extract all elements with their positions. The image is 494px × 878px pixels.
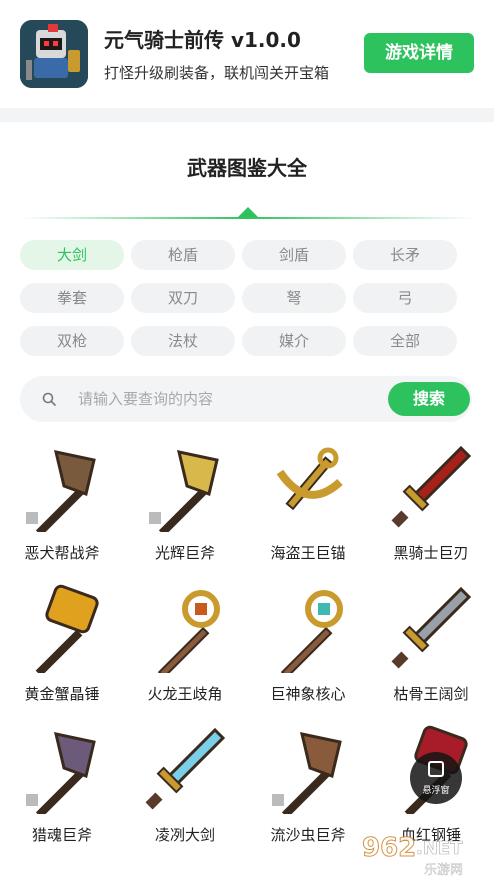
search-button[interactable]: 搜索 [388,382,470,416]
weapon-name: 枯骨王阔剑 [393,685,469,703]
sword-icon [139,724,229,814]
floating-window-button[interactable]: 悬浮窗 [410,752,462,804]
weapon-name: 光辉巨斧 [154,544,215,562]
category-chip[interactable]: 枪盾 [131,240,235,270]
category-chip[interactable]: 拳套 [20,283,124,313]
axe-icon [262,724,352,819]
app-icon[interactable] [20,20,88,88]
category-chip[interactable]: 媒介 [242,326,346,356]
category-chip[interactable]: 全部 [353,326,457,356]
weapon-card[interactable]: 凌冽大剑 [123,720,247,860]
game-detail-button[interactable]: 游戏详情 [364,33,474,73]
axe-icon [139,442,229,537]
category-chip[interactable]: 法杖 [131,326,235,356]
weapon-card[interactable]: 枯骨王阔剑 [369,579,493,719]
search-bar: 搜索 [20,376,472,422]
weapon-card[interactable]: 猎魂巨斧 [0,720,124,860]
svg-text:乐游网: 乐游网 [424,863,463,878]
floating-window-icon [428,761,444,777]
title-underline [20,217,474,219]
category-chip[interactable]: 双枪 [20,326,124,356]
weapon-name: 火龙王歧角 [147,685,223,703]
anchor-icon [262,442,352,532]
floating-window-label: 悬浮窗 [422,786,450,796]
axe-icon [16,442,106,537]
weapon-name: 海盗王巨锚 [270,544,346,562]
section-divider [0,108,494,122]
weapon-card[interactable]: 黄金蟹晶锤 [0,579,124,719]
weapon-card[interactable]: 光辉巨斧 [123,438,247,578]
hammer-icon [16,583,106,677]
category-chip[interactable]: 大剑 [20,240,124,270]
sword-icon [385,442,475,532]
weapon-name: 恶犬帮战斧 [24,544,100,562]
weapon-name: 猎魂巨斧 [31,826,92,844]
category-chip[interactable]: 弓 [353,283,457,313]
category-chip[interactable]: 弩 [242,283,346,313]
staff-icon [139,583,229,679]
weapon-name: 巨神象核心 [270,685,346,703]
category-chip[interactable]: 双刀 [131,283,235,313]
app-header: 元气骑士前传 v1.0.0 打怪升级刷装备，联机闯关开宝箱 游戏详情 [0,0,494,108]
app-subtitle: 打怪升级刷装备，联机闯关开宝箱 [104,64,330,82]
staff-icon [262,583,352,679]
category-chip[interactable]: 长矛 [353,240,457,270]
weapon-card[interactable]: 火龙王歧角 [123,579,247,719]
watermark-logo: 962 .NET 乐游网 [354,826,494,878]
weapon-card[interactable]: 海盗王巨锚 [246,438,370,578]
weapon-name: 流沙虫巨斧 [270,826,346,844]
search-input[interactable] [78,376,378,422]
svg-text:962: 962 [362,833,416,863]
weapon-card[interactable]: 恶犬帮战斧 [0,438,124,578]
axe-icon [16,724,106,819]
weapon-card[interactable]: 巨神象核心 [246,579,370,719]
svg-text:.NET: .NET [416,838,463,859]
title-indicator-triangle [238,207,258,217]
search-icon [42,392,56,406]
app-title: 元气骑士前传 v1.0.0 [104,28,301,52]
category-chip[interactable]: 剑盾 [242,240,346,270]
weapon-name: 凌冽大剑 [154,826,215,844]
weapon-card[interactable]: 黑骑士巨刃 [369,438,493,578]
weapon-name: 黄金蟹晶锤 [24,685,100,703]
weapon-name: 黑骑士巨刃 [393,544,469,562]
section-title: 武器图鉴大全 [187,156,307,180]
sword-icon [385,583,475,673]
weapon-card[interactable]: 流沙虫巨斧 [246,720,370,860]
